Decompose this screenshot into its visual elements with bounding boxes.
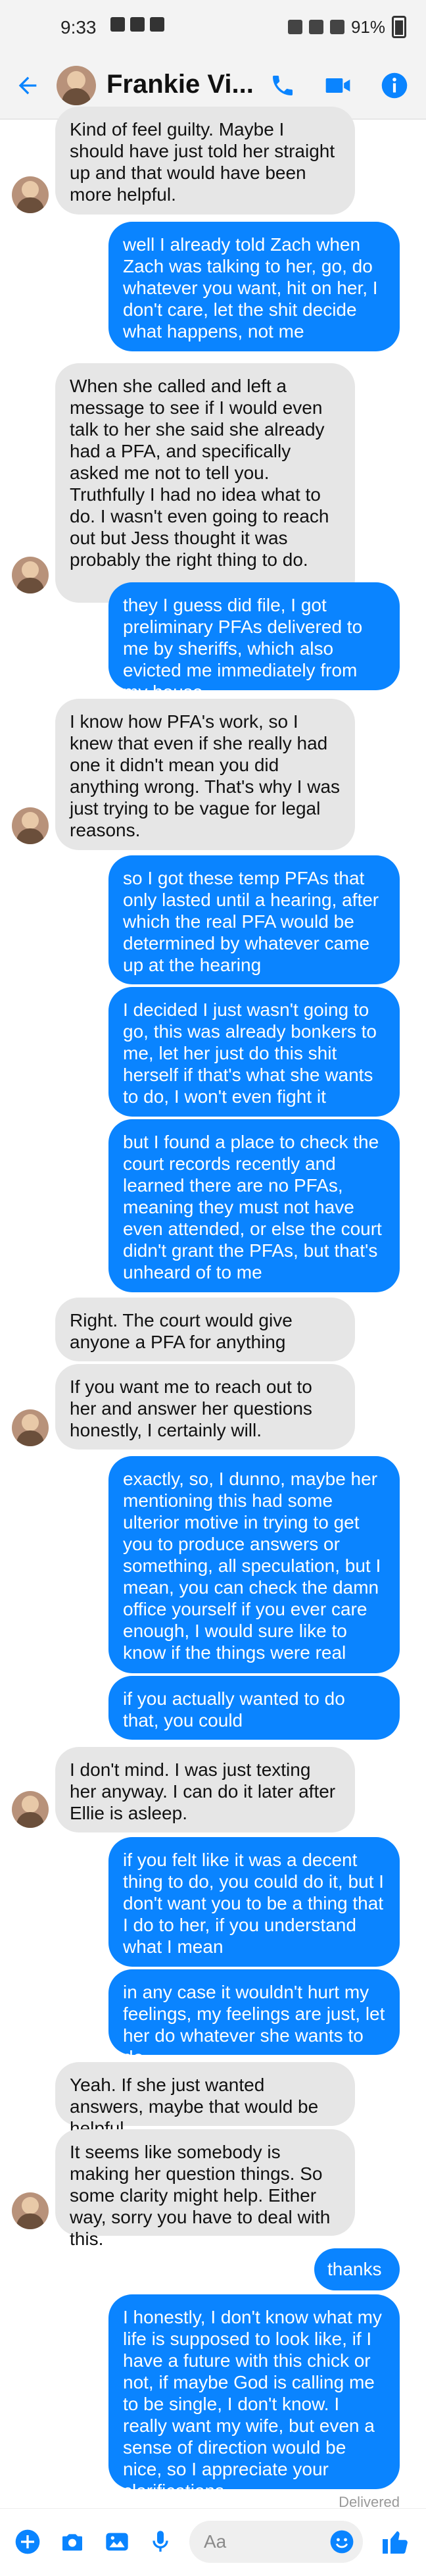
outgoing-message[interactable]: if you felt like it was a decent thing t… [108, 1837, 400, 1967]
status-system-icons: 91% [287, 16, 406, 38]
outgoing-message[interactable]: thanks [314, 2248, 400, 2290]
message-list[interactable]: Kind of feel guilty. Maybe I should have… [0, 107, 426, 2510]
outgoing-message[interactable]: exactly, so, I dunno, maybe her mentioni… [108, 1456, 400, 1673]
outgoing-message[interactable]: in any case it wouldn't hurt my feelings… [108, 1969, 400, 2067]
emoji-button[interactable] [329, 2529, 355, 2555]
outgoing-message[interactable]: I decided I just wasn't going to go, thi… [108, 987, 400, 1117]
call-button[interactable] [266, 68, 300, 103]
gallery-button[interactable] [103, 2527, 131, 2556]
incoming-message[interactable]: Kind of feel guilty. Maybe I should have… [55, 107, 355, 215]
voice-button[interactable] [146, 2527, 175, 2556]
battery-percent: 91% [350, 16, 385, 37]
contact-avatar-small [12, 1791, 49, 1828]
outgoing-message[interactable]: but I found a place to check the court r… [108, 1119, 400, 1292]
status-time: 9:33 [60, 17, 97, 38]
video-call-button[interactable] [321, 68, 355, 103]
incoming-message[interactable]: It seems like somebody is making her que… [55, 2129, 355, 2249]
mic-icon [153, 2531, 168, 2552]
incoming-message[interactable]: When she called and left a message to se… [55, 363, 355, 603]
gallery-icon [106, 2533, 128, 2551]
contact-avatar-small [12, 807, 49, 844]
thumbs-up-icon [383, 2531, 408, 2554]
contact-avatar[interactable] [57, 66, 96, 105]
plus-icon [15, 2529, 40, 2554]
outgoing-message[interactable]: so I got these temp PFAs that only laste… [108, 855, 400, 984]
arrow-left-icon [18, 76, 37, 95]
camera-button[interactable] [58, 2527, 87, 2556]
contact-avatar-small [12, 2192, 49, 2229]
wifi-icon [308, 20, 323, 34]
status-notification-icons [110, 17, 164, 32]
outgoing-message[interactable]: if you actually wanted to do that, you c… [108, 1676, 400, 1740]
message-composer [0, 2508, 426, 2576]
info-button[interactable] [377, 68, 412, 103]
more-actions-button[interactable] [13, 2527, 42, 2556]
incoming-message[interactable]: Yeah. If she just wanted answers, maybe … [55, 2062, 355, 2138]
incoming-message[interactable]: If you want me to reach out to her and a… [55, 1364, 355, 1450]
image-icon [130, 17, 145, 32]
contact-name[interactable]: Frankie Vi... [106, 70, 254, 99]
outgoing-message[interactable]: they I guess did file, I got preliminary… [108, 582, 400, 702]
phone-icon [273, 76, 293, 95]
battery-icon [392, 16, 406, 38]
mute-icon [287, 20, 302, 34]
signal-icon [329, 20, 344, 34]
contact-avatar-small [12, 557, 49, 593]
camera-icon [62, 2534, 82, 2551]
video-icon [325, 78, 350, 93]
incoming-message[interactable]: I know how PFA's work, so I knew that ev… [55, 699, 355, 850]
shield-icon [150, 17, 164, 32]
flash-icon [110, 17, 125, 32]
incoming-message[interactable]: Right. The court would give anyone a PFA… [55, 1298, 355, 1361]
info-icon [381, 72, 408, 99]
back-button[interactable] [9, 67, 46, 104]
outgoing-message[interactable]: I honestly, I don't know what my life is… [108, 2294, 400, 2501]
contact-avatar-small [12, 1409, 49, 1446]
incoming-message[interactable]: I don't mind. I was just texting her any… [55, 1747, 355, 1832]
like-button[interactable] [379, 2525, 413, 2559]
outgoing-message[interactable]: well I already told Zach when Zach was t… [108, 222, 400, 351]
status-bar: 9:33 91% [0, 0, 426, 53]
contact-avatar-small [12, 176, 49, 213]
emoji-icon [330, 2530, 354, 2554]
